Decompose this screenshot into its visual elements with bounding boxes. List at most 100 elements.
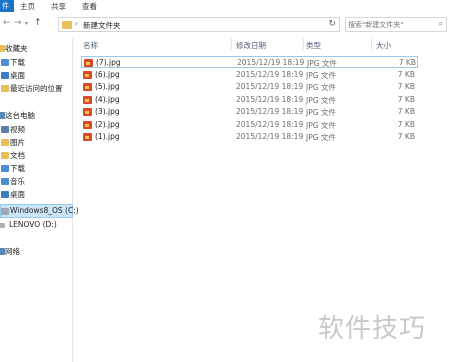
forward-arrow-icon[interactable]: → [14,18,22,28]
videos-folder-icon [1,126,9,133]
nav-label: 这台电脑 [5,111,35,120]
documents-folder-icon [1,152,9,159]
nav-downloads-2[interactable]: 下载 [0,163,73,175]
address-row: ← → ▾ ↑ › 新建文件夹 ↻ ⌕ [0,14,450,34]
file-name: (1).jpg [95,132,120,141]
file-row[interactable]: (7).jpg 2015/12/19 18:19 JPG 文件 7 KB [81,56,418,68]
file-name: (7).jpg [96,58,121,67]
file-name: (4).jpg [95,95,120,104]
file-size: 7 KB [397,95,415,104]
nav-label: 下载 [10,58,25,67]
file-type: JPG 文件 [306,108,336,117]
navigation-pane: 收藏夹 下载 桌面 最近访问的位置 这台电脑 视频 图片 文档 下载 音乐 桌面 [0,38,79,362]
nav-label: 音乐 [10,177,25,186]
column-header-type[interactable]: 类型 [306,40,321,51]
nav-videos[interactable]: 视频 [0,124,73,136]
folder-icon [62,21,72,29]
chevron-down-icon[interactable]: ▾ [25,20,28,27]
nav-recent-places[interactable]: 最近访问的位置 [0,83,73,95]
column-header-date[interactable]: 修改日期 [236,40,266,51]
tab-view[interactable]: 查看 [82,1,97,12]
jpg-file-icon [83,121,92,129]
nav-label: 最近访问的位置 [10,84,63,93]
file-date: 2015/12/19 18:19 [236,107,304,116]
file-date: 2015/12/19 18:19 [236,120,304,129]
nav-label: 图片 [10,138,25,147]
column-header-size[interactable]: 大小 [376,40,391,51]
nav-pictures[interactable]: 图片 [0,137,73,149]
breadcrumb[interactable]: 新建文件夹 [83,20,121,31]
desktop-folder-icon [1,72,9,79]
up-arrow-icon[interactable]: ↑ [34,18,42,28]
recent-places-icon [1,85,9,92]
tab-home[interactable]: 主页 [20,1,35,12]
desktop-folder-icon [1,191,9,198]
file-date: 2015/12/19 18:19 [236,95,304,104]
address-bar[interactable]: › 新建文件夹 ↻ [58,17,340,32]
nav-drive-c[interactable]: Windows8_OS (C:) [0,204,79,218]
nav-favorites[interactable]: 收藏夹 [0,43,73,55]
nav-label: 桌面 [10,71,25,80]
file-size: 7 KB [397,107,415,116]
column-divider[interactable] [371,38,372,50]
file-date: 2015/12/19 18:19 [236,70,304,79]
nav-desktop[interactable]: 桌面 [0,70,73,82]
ribbon: 件 主页 共享 查看 [0,0,450,12]
nav-drive-d[interactable]: LENOVO (D:) [0,220,73,232]
nav-this-pc[interactable]: 这台电脑 [0,110,73,122]
file-type: JPG 文件 [307,59,337,68]
music-folder-icon [1,178,9,185]
tab-file[interactable]: 件 [0,0,14,12]
search-field[interactable]: ⌕ [345,17,447,32]
pictures-folder-icon [1,139,9,146]
drive-icon [1,208,9,215]
file-size: 7 KB [397,70,415,79]
refresh-icon[interactable]: ↻ [328,19,336,29]
jpg-file-icon [83,83,92,91]
nav-documents[interactable]: 文档 [0,150,73,162]
column-header-name[interactable]: 名称 [83,40,98,51]
jpg-file-icon [83,133,92,141]
file-size: 7 KB [398,58,416,67]
file-row[interactable]: (5).jpg 2015/12/19 18:19 JPG 文件 7 KB [81,81,418,93]
column-divider[interactable] [303,38,304,50]
search-input[interactable] [348,19,434,30]
nav-downloads[interactable]: 下载 [0,57,73,69]
nav-label: 桌面 [10,190,25,199]
file-row[interactable]: (1).jpg 2015/12/19 18:19 JPG 文件 7 KB [81,131,418,143]
nav-desktop-2[interactable]: 桌面 [0,189,73,201]
drive-icon [0,223,5,228]
nav-label: Windows8_OS (C:) [10,206,79,215]
nav-label: 收藏夹 [5,44,28,53]
file-name: (5).jpg [95,82,120,91]
nav-network[interactable]: 网络 [0,246,73,258]
nav-music[interactable]: 音乐 [0,176,73,188]
file-row[interactable]: (6).jpg 2015/12/19 18:19 JPG 文件 7 KB [81,69,418,81]
file-type: JPG 文件 [306,96,336,105]
download-folder-icon [1,59,9,66]
column-divider[interactable] [231,38,232,50]
nav-label: 下载 [10,164,25,173]
file-row[interactable]: (2).jpg 2015/12/19 18:19 JPG 文件 7 KB [81,119,418,131]
file-date: 2015/12/19 18:19 [236,132,304,141]
nav-label: 视频 [10,125,25,134]
file-type: JPG 文件 [306,121,336,130]
file-row[interactable]: (3).jpg 2015/12/19 18:19 JPG 文件 7 KB [81,106,418,118]
tab-file-label: 件 [2,2,9,10]
jpg-file-icon [83,71,92,79]
breadcrumb-separator: › [75,20,78,28]
file-name: (6).jpg [95,70,120,79]
file-row[interactable]: (4).jpg 2015/12/19 18:19 JPG 文件 7 KB [81,94,418,106]
nav-label: 网络 [5,247,20,256]
jpg-file-icon [84,59,93,67]
tab-share[interactable]: 共享 [51,1,66,12]
file-name: (2).jpg [95,120,120,129]
watermark: 软件技巧 [318,314,427,344]
jpg-file-icon [83,96,92,104]
search-icon[interactable]: ⌕ [439,19,443,29]
file-size: 7 KB [397,120,415,129]
file-size: 7 KB [397,132,415,141]
back-arrow-icon[interactable]: ← [3,18,11,28]
jpg-file-icon [83,108,92,116]
file-date: 2015/12/19 18:19 [237,58,305,67]
